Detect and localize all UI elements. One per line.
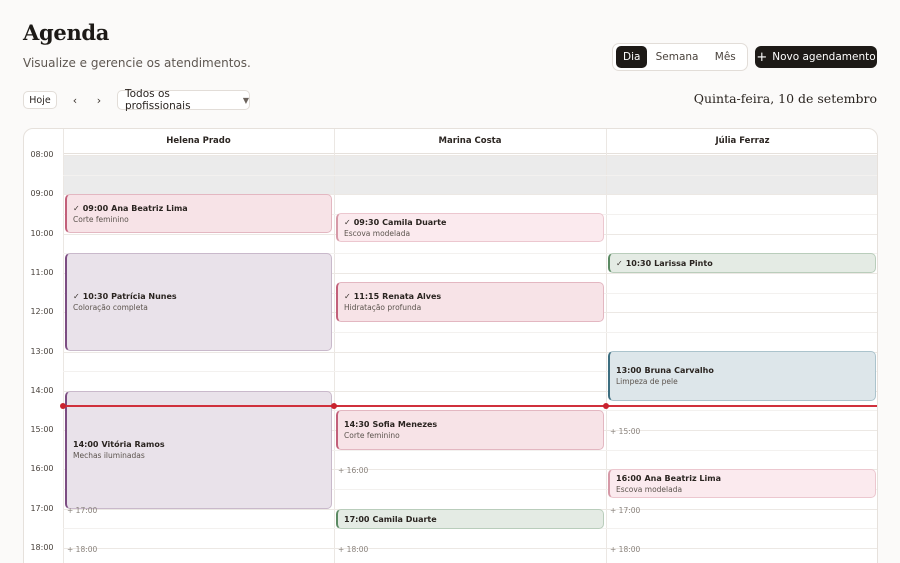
view-month-tab[interactable]: Mês <box>707 46 744 68</box>
chevron-left-icon[interactable]: ‹ <box>66 91 84 109</box>
hour-label: 13:00 <box>30 347 54 356</box>
hour-label: 16:00 <box>30 464 54 473</box>
appointment-time: 14:00 <box>73 440 99 449</box>
hour-label: 08:00 <box>30 150 54 159</box>
check-icon: ✓ <box>73 203 80 213</box>
appointment-client: Vitória Ramos <box>101 440 165 449</box>
today-button[interactable]: Hoje <box>23 91 57 109</box>
professional-filter-select[interactable]: Todos os profissionais ▼ <box>117 88 250 112</box>
column-header-helena: Helena Prado <box>63 129 334 154</box>
hour-label: 12:00 <box>30 307 54 316</box>
appointment-time: 13:00 <box>616 366 642 375</box>
hour-label: 11:00 <box>30 268 54 277</box>
appointment-client: Camila Duarte <box>382 217 447 227</box>
free-slot-add[interactable]: + 15:00 <box>610 427 640 436</box>
appointment-time: 11:15 <box>353 292 380 301</box>
appointment-client: Ana Beatriz Lima <box>644 473 721 483</box>
appointment-service: Hidratação profunda <box>344 303 422 312</box>
appointment-client: Bruna Carvalho <box>644 366 714 375</box>
hour-label: 14:00 <box>30 386 54 395</box>
appointment-time: 09:00 <box>82 203 109 213</box>
hour-label: 15:00 <box>30 425 54 434</box>
appointment-card[interactable]: 14:30 Sofia Menezes Corte feminino <box>336 410 604 450</box>
hour-label: 17:00 <box>30 504 54 513</box>
appointment-client: Larissa Pinto <box>654 258 713 268</box>
appointment-service: Corte feminino <box>344 431 400 440</box>
appointment-client: Sofia Menezes <box>372 420 438 429</box>
appointment-card[interactable]: 14:00 Vitória Ramos Mechas iluminadas <box>65 391 332 509</box>
appointment-client: Renata Alves <box>382 292 442 301</box>
appointment-card[interactable]: ✓ 10:30 Larissa Pinto <box>608 253 876 273</box>
free-slot-add[interactable]: + 18:00 <box>338 545 368 554</box>
current-date: Quinta-feira, 10 de setembro <box>693 91 877 106</box>
hour-label: 09:00 <box>30 189 54 198</box>
column-header-julia: Júlia Ferraz <box>606 129 877 154</box>
appointment-time: 10:30 <box>625 258 652 268</box>
appointment-card[interactable]: ✓ 10:30 Patrícia Nunes Coloração completa <box>65 253 332 351</box>
appointment-service: Limpeza de pele <box>616 377 678 386</box>
appointment-service: Escova modelada <box>344 228 411 238</box>
view-day-tab[interactable]: Dia <box>616 46 648 68</box>
appointment-card[interactable]: 13:00 Bruna Carvalho Limpeza de pele <box>608 351 876 401</box>
half-hour-gridline <box>63 175 877 176</box>
hour-label: 10:00 <box>30 229 54 238</box>
appointment-card[interactable]: 16:00 Ana Beatriz Lima Escova modelada <box>608 469 876 498</box>
current-time-dot <box>603 403 609 409</box>
check-icon: ✓ <box>73 292 80 301</box>
view-switcher: Dia Semana Mês <box>612 43 748 71</box>
new-appointment-label: Novo agendamento <box>772 51 876 63</box>
current-time-line <box>63 405 877 407</box>
appointment-service: Escova modelada <box>616 484 683 494</box>
appointment-time: 09:30 <box>353 217 380 227</box>
appointment-service: Mechas iluminadas <box>73 451 145 460</box>
chevron-down-icon: ▼ <box>242 95 249 105</box>
check-icon: ✓ <box>344 292 351 301</box>
day-calendar: Helena Prado Marina Costa Júlia Ferraz 0… <box>23 128 878 563</box>
free-slot-add[interactable]: + 18:00 <box>67 545 97 554</box>
appointment-service: Corte feminino <box>73 214 129 224</box>
appointment-time: 17:00 <box>344 514 370 524</box>
appointment-card[interactable]: ✓ 11:15 Renata Alves Hidratação profunda <box>336 282 604 322</box>
hour-gridline <box>63 548 877 549</box>
appointment-card[interactable]: ✓ 09:30 Camila Duarte Escova modelada <box>336 213 604 242</box>
current-time-dot <box>331 403 337 409</box>
appointment-client: Camila Duarte <box>372 514 437 524</box>
check-icon: ✓ <box>616 258 623 268</box>
appointment-time: 14:30 <box>344 420 370 429</box>
appointment-card[interactable]: 17:00 Camila Duarte <box>336 509 604 529</box>
check-icon: ✓ <box>344 217 351 227</box>
hour-label: 18:00 <box>30 543 54 552</box>
free-slot-add[interactable]: + 17:00 <box>67 506 97 515</box>
appointment-client: Ana Beatriz Lima <box>111 203 188 213</box>
appointment-time: 16:00 <box>616 473 642 483</box>
column-header-marina: Marina Costa <box>334 129 606 154</box>
new-appointment-button[interactable]: + Novo agendamento <box>755 46 877 68</box>
professional-filter-value: Todos os profissionais <box>125 88 191 112</box>
appointment-client: Patrícia Nunes <box>111 292 177 301</box>
free-slot-add[interactable]: + 18:00 <box>610 545 640 554</box>
hour-gridline <box>63 155 877 156</box>
view-week-tab[interactable]: Semana <box>649 46 704 68</box>
free-slot-add[interactable]: + 16:00 <box>338 466 368 475</box>
appointment-card[interactable]: ✓ 09:00 Ana Beatriz Lima Corte feminino <box>65 194 332 233</box>
appointment-service: Coloração completa <box>73 303 148 312</box>
free-slot-add[interactable]: + 17:00 <box>610 506 640 515</box>
page-subtitle: Visualize e gerencie os atendimentos. <box>23 56 251 70</box>
plus-icon: + <box>756 49 768 65</box>
chevron-right-icon[interactable]: › <box>90 91 108 109</box>
appointment-time: 10:30 <box>82 292 109 301</box>
page-title: Agenda <box>23 20 110 45</box>
current-time-dot <box>60 403 66 409</box>
